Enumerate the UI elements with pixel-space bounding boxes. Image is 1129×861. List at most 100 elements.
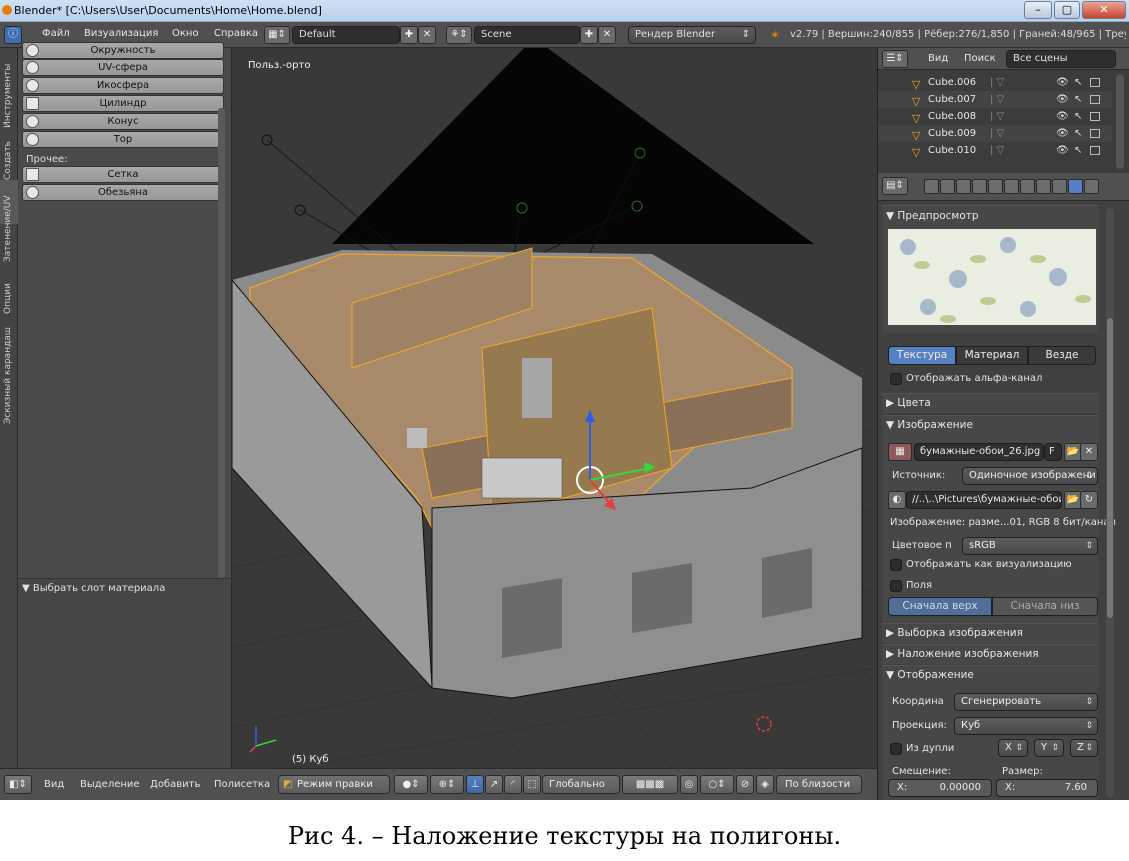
image-filepath-field[interactable]: //..\..\Pictures\бумажные-обои... [906,491,1062,509]
mapping-y-select[interactable]: Y ⇕ [1034,739,1064,757]
screen-layout-field[interactable]: Default [292,26,400,44]
lower-field-first-button[interactable]: Сначала низ [992,597,1098,616]
add-cylinder-button[interactable]: Цилиндр [22,95,224,112]
add-uv-sphere-button[interactable]: UV-сфера [22,59,224,76]
colors-panel-header[interactable]: ▶ Цвета [886,393,1098,413]
manipulator-move-icon[interactable]: ↗ [485,775,503,794]
scene-icon[interactable]: ⚘⇕ [446,26,472,44]
outliner-row-cube-009[interactable]: ▽ Cube.009 | ▽ 👁 ↖ [878,125,1112,142]
data-context-icon[interactable] [1036,179,1051,194]
scene-field[interactable]: Scene [474,26,580,44]
image-sampling-panel-header[interactable]: ▶ Выборка изображения [886,623,1098,643]
outliner-menu-search[interactable]: Поиск [964,53,996,64]
manipulator-scale-icon[interactable]: ⬚ [523,775,541,794]
menu-window[interactable]: Окно [172,28,199,39]
projection-select[interactable]: Куб ⇕ [954,717,1098,735]
visibility-eye-icon[interactable]: 👁 [1056,91,1069,108]
add-layout-icon[interactable]: ✚ [400,26,418,44]
editor-type-info-icon[interactable]: ⓘ [4,26,22,44]
from-dupli-checkbox[interactable] [890,743,902,755]
minimize-button[interactable]: – [1024,1,1052,19]
menu-view[interactable]: Вид [44,779,64,790]
selectable-arrow-icon[interactable]: ↖ [1074,108,1082,125]
file-path-icon[interactable]: ◐ [888,491,906,509]
render-context-icon[interactable] [924,179,939,194]
upper-field-first-button[interactable]: Сначала верх [888,597,992,616]
image-browse-icon[interactable]: ▦ [888,443,912,461]
texture-context-icon[interactable] [1068,179,1083,194]
interaction-mode-select[interactable]: ◩ Режим правки [278,775,390,794]
coordinates-select[interactable]: Сгенерировать ⇕ [954,693,1098,711]
visibility-eye-icon[interactable]: 👁 [1056,142,1069,159]
mapping-panel-header[interactable]: ▼ Отображение [886,665,1098,685]
maximize-button[interactable]: ▢ [1054,1,1080,19]
outliner-row-cube-006[interactable]: ▽ Cube.006 | ▽ 👁 ↖ [878,74,1112,91]
visibility-eye-icon[interactable]: 👁 [1056,125,1069,142]
menu-mesh[interactable]: Полисетка [214,779,270,790]
remove-layout-icon[interactable]: ✕ [418,26,436,44]
snap-mode-select[interactable]: По близости [776,775,862,794]
render-camera-icon[interactable] [1090,112,1100,121]
tab-material[interactable]: Материал [956,346,1028,365]
image-name-field[interactable]: бумажные-обои_26.jpg [914,443,1044,461]
show-alpha-checkbox[interactable] [890,373,902,385]
fields-checkbox[interactable] [890,580,902,592]
menu-render[interactable]: Визуализация [84,28,158,39]
mapping-x-select[interactable]: X ⇕ [998,739,1028,757]
outliner-menu-view[interactable]: Вид [928,53,948,64]
visibility-eye-icon[interactable]: 👁 [1056,74,1069,91]
snap-target-icon[interactable]: ◈ [756,775,774,794]
add-monkey-button[interactable]: Обезьяна [22,184,224,201]
proportional-edit-icon[interactable]: ◎ [680,775,698,794]
outliner-row-cube-007[interactable]: ▽ Cube.007 | ▽ 👁 ↖ [878,91,1112,108]
outliner-scrollbar[interactable] [1116,74,1124,169]
render-camera-icon[interactable] [1090,95,1100,104]
add-grid-button[interactable]: Сетка [22,166,224,183]
modifiers-context-icon[interactable] [1020,179,1035,194]
render-camera-icon[interactable] [1090,78,1100,87]
material-context-icon[interactable] [1052,179,1067,194]
tab-grease-pencil[interactable]: Эскизный карандаш [0,327,18,534]
image-source-select[interactable]: Одиночное изображени ⇕ [962,467,1098,485]
offset-x-field[interactable]: X: 0.00000 [888,779,992,797]
visibility-eye-icon[interactable]: 👁 [1056,108,1069,125]
editor-type-3d-icon[interactable]: ◧⇕ [4,775,32,794]
properties-scrollbar[interactable] [1106,208,1114,798]
viewport-shading-icon[interactable]: ●⇕ [394,775,428,794]
3d-viewport[interactable]: Польз.-орто (5) Куб [232,48,877,768]
render-camera-icon[interactable] [1090,146,1100,155]
add-cone-button[interactable]: Конус [22,113,224,130]
mapping-z-select[interactable]: Z ⇕ [1070,739,1098,757]
render-camera-icon[interactable] [1090,129,1100,138]
preview-panel-header[interactable]: ▼ Предпросмотр [886,206,1098,226]
colorspace-select[interactable]: sRGB ⇕ [962,537,1098,555]
manipulator-rotate-icon[interactable]: ◜ [504,775,522,794]
manipulator-translate-icon[interactable]: ⊥ [466,775,484,794]
fake-user-button[interactable]: F [1044,443,1062,461]
layer-buttons-icon[interactable]: ▩▩▩ [622,775,678,794]
menu-select[interactable]: Выделение [80,779,140,790]
world-context-icon[interactable] [972,179,987,194]
transform-orientation-select[interactable]: Глобально [542,775,620,794]
reload-image-icon[interactable]: ↻ [1080,491,1098,509]
object-context-icon[interactable] [988,179,1003,194]
selectable-arrow-icon[interactable]: ↖ [1074,91,1082,108]
view-as-render-checkbox[interactable] [890,559,902,571]
unlink-image-icon[interactable]: ✕ [1080,443,1098,461]
snap-element-icon[interactable]: ⊘ [736,775,754,794]
image-panel-header[interactable]: ▼ Изображение [886,415,1098,435]
selectable-arrow-icon[interactable]: ↖ [1074,74,1082,91]
add-scene-icon[interactable]: ✚ [580,26,598,44]
render-engine-select[interactable]: Рендер Blender ⇕ [628,26,756,44]
selectable-arrow-icon[interactable]: ↖ [1074,125,1082,142]
outliner-row-cube-010[interactable]: ▽ Cube.010 | ▽ 👁 ↖ [878,142,1112,159]
pivot-point-icon[interactable]: ⊕⇕ [430,775,464,794]
operator-panel-title[interactable]: ▼ Выбрать слот материала [22,583,165,594]
shelf-scrollbar[interactable] [218,108,225,578]
menu-file[interactable]: Файл [42,28,70,39]
snap-toggle-icon[interactable]: ○⇕ [700,775,734,794]
image-mapping-panel-header[interactable]: ▶ Наложение изображения [886,644,1098,664]
tab-everywhere[interactable]: Везде [1028,346,1096,365]
outliner-row-cube-008[interactable]: ▽ Cube.008 | ▽ 👁 ↖ [878,108,1112,125]
scene-context-icon[interactable] [956,179,971,194]
